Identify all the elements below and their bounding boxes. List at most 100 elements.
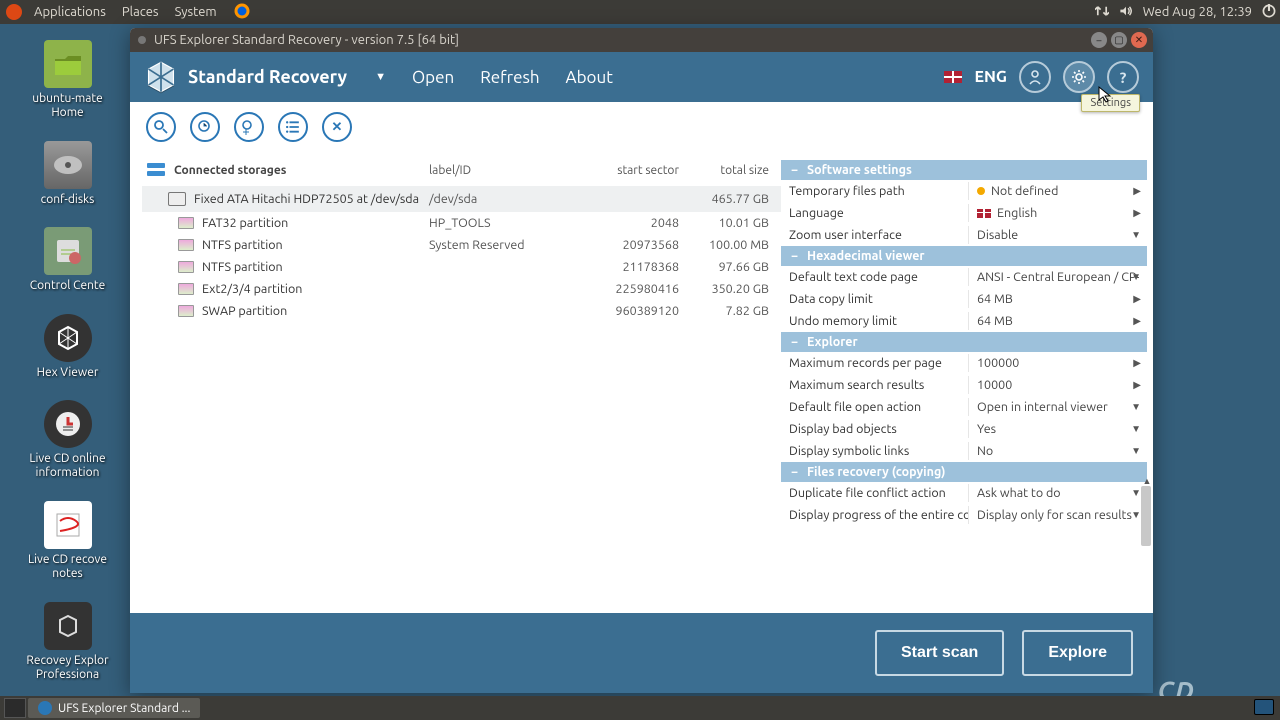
desktop-icon-recovery-explorer[interactable]: Recovey Explor Professiona — [10, 602, 125, 683]
refine-button[interactable] — [234, 112, 264, 142]
sound-icon[interactable] — [1119, 4, 1133, 21]
desktop-icon-hex-viewer[interactable]: Hex Viewer — [10, 314, 125, 380]
col-name: Connected storages — [174, 164, 286, 177]
partition-name: Ext2/3/4 partition — [202, 282, 302, 296]
partition-label: System Reserved — [429, 238, 569, 252]
start-scan-button[interactable]: Start scan — [875, 630, 1004, 676]
scroll-up-icon[interactable]: ▲ — [1141, 476, 1153, 486]
partition-row[interactable]: FAT32 partitionHP_TOOLS204810.01 GB — [142, 212, 781, 234]
desktop: ubuntu-mate Home conf-disks Control Cent… — [10, 40, 125, 702]
chevron-right-icon: ▶ — [1133, 315, 1141, 327]
power-icon[interactable] — [1262, 4, 1276, 21]
panel-clock[interactable]: Wed Aug 28, 12:39 — [1143, 5, 1252, 19]
magnifier-icon — [153, 119, 169, 135]
status-dot-icon — [977, 187, 985, 195]
help-button[interactable]: ? — [1107, 61, 1139, 93]
explore-button[interactable]: Explore — [1022, 630, 1133, 676]
system-tray — [1254, 699, 1274, 718]
desktop-icon-control-center[interactable]: Control Cente — [10, 227, 125, 293]
partition-sector: 21178368 — [569, 260, 679, 274]
panel-menu-applications[interactable]: Applications — [26, 5, 114, 19]
partition-row[interactable]: NTFS partition2117836897.66 GB — [142, 256, 781, 278]
desktop-icon-home[interactable]: ubuntu-mate Home — [10, 40, 125, 121]
language-selector[interactable]: ENG — [974, 68, 1007, 86]
disk-icon — [168, 192, 186, 206]
menu-refresh[interactable]: Refresh — [480, 68, 539, 87]
disk-name: Fixed ATA Hitachi HDP72505 at /dev/sda — [194, 192, 419, 206]
setting-tmp-path[interactable]: Temporary files pathNot defined▶ — [781, 180, 1147, 202]
find-lost-button[interactable] — [190, 112, 220, 142]
setting-open-action[interactable]: Default file open actionOpen in internal… — [781, 396, 1147, 418]
app-brand: Standard Recovery — [188, 67, 347, 87]
partition-row[interactable]: SWAP partition9603891207.82 GB — [142, 300, 781, 322]
partition-name: SWAP partition — [202, 304, 287, 318]
partition-name: NTFS partition — [202, 260, 283, 274]
tray-app-icon[interactable] — [1254, 699, 1274, 715]
partition-sector: 960389120 — [569, 304, 679, 318]
setting-bad-objects[interactable]: Display bad objectsYes▼ — [781, 418, 1147, 440]
window-title: UFS Explorer Standard Recovery - version… — [154, 33, 459, 47]
chevron-down-icon: ▼ — [1131, 445, 1141, 457]
window-maximize-button[interactable]: ▢ — [1111, 32, 1127, 48]
desktop-icon-label: Live CD online information — [10, 452, 125, 481]
col-sector: start sector — [569, 164, 679, 177]
partition-size: 10.01 GB — [679, 216, 769, 230]
setting-zoom[interactable]: Zoom user interfaceDisable▼ — [781, 224, 1147, 246]
storage-table-header: Connected storages label/ID start sector… — [142, 146, 781, 186]
partition-row[interactable]: NTFS partitionSystem Reserved20973568100… — [142, 234, 781, 256]
panel-menu-places[interactable]: Places — [114, 5, 167, 19]
menu-open[interactable]: Open — [412, 68, 454, 87]
app-main: Connected storages label/ID start sector… — [130, 146, 1153, 613]
desktop-icon-label: conf-disks — [10, 193, 125, 207]
desktop-icon-label: Hex Viewer — [10, 366, 125, 380]
remove-button[interactable]: ✕ — [322, 112, 352, 142]
setting-progress[interactable]: Display progress of the entire co...Disp… — [781, 504, 1147, 526]
scan-button[interactable] — [146, 112, 176, 142]
settings-scrollbar[interactable]: ▲ ▼ — [1141, 476, 1153, 613]
menu-about[interactable]: About — [566, 68, 613, 87]
section-software[interactable]: Software settings — [781, 160, 1147, 180]
scroll-thumb[interactable] — [1141, 486, 1151, 546]
section-recovery[interactable]: Files recovery (copying) — [781, 462, 1147, 482]
setting-dup-conflict[interactable]: Duplicate file conflict actionAsk what t… — [781, 482, 1147, 504]
partition-sector: 2048 — [569, 216, 679, 230]
list-icon — [286, 120, 300, 134]
desktop-icon-livecd-info[interactable]: Live CD online information — [10, 400, 125, 481]
flag-icon — [977, 209, 991, 218]
gnome-top-panel: Applications Places System Wed Aug 28, 1… — [0, 0, 1280, 24]
network-icon[interactable] — [1095, 4, 1109, 21]
show-desktop-button[interactable] — [4, 698, 26, 718]
setting-language[interactable]: LanguageEnglish▶ — [781, 202, 1147, 224]
app-task-icon — [38, 701, 52, 715]
desktop-icon-livecd-notes[interactable]: Live CD recove notes — [10, 501, 125, 582]
chevron-right-icon: ▶ — [1133, 357, 1141, 369]
taskbar-entry[interactable]: UFS Explorer Standard ... — [28, 698, 200, 718]
setting-codepage[interactable]: Default text code pageANSI - Central Eur… — [781, 266, 1147, 288]
firefox-icon[interactable] — [225, 2, 259, 23]
setting-undo-limit[interactable]: Undo memory limit64 MB▶ — [781, 310, 1147, 332]
partition-icon — [178, 305, 194, 317]
window-titlebar[interactable]: UFS Explorer Standard Recovery - version… — [130, 28, 1153, 52]
refine-icon — [241, 119, 257, 135]
settings-button[interactable] — [1063, 61, 1095, 93]
desktop-icon-label: Recovey Explor Professiona — [10, 654, 125, 683]
window-minimize-button[interactable]: – — [1091, 32, 1107, 48]
panel-menu-system[interactable]: System — [167, 5, 225, 19]
app-header: Standard Recovery ▼ Open Refresh About E… — [130, 52, 1153, 102]
account-button[interactable] — [1019, 61, 1051, 93]
setting-search[interactable]: Maximum search results10000▶ — [781, 374, 1147, 396]
setting-symlinks[interactable]: Display symbolic linksNo▼ — [781, 440, 1147, 462]
chevron-right-icon: ▶ — [1133, 293, 1141, 305]
show-list-button[interactable] — [278, 112, 308, 142]
section-hexviewer[interactable]: Hexadecimal viewer — [781, 246, 1147, 266]
section-explorer[interactable]: Explorer — [781, 332, 1147, 352]
gear-icon — [1071, 69, 1087, 85]
partition-row[interactable]: Ext2/3/4 partition225980416350.20 GB — [142, 278, 781, 300]
setting-records[interactable]: Maximum records per page100000▶ — [781, 352, 1147, 374]
desktop-icon-conf-disks[interactable]: conf-disks — [10, 141, 125, 207]
window-close-button[interactable]: ✕ — [1131, 32, 1147, 48]
setting-copy-limit[interactable]: Data copy limit64 MB▶ — [781, 288, 1147, 310]
storage-disk-row[interactable]: Fixed ATA Hitachi HDP72505 at /dev/sda /… — [142, 186, 781, 212]
menu-caret-icon[interactable]: ▼ — [375, 71, 386, 83]
chevron-right-icon: ▶ — [1133, 207, 1141, 219]
